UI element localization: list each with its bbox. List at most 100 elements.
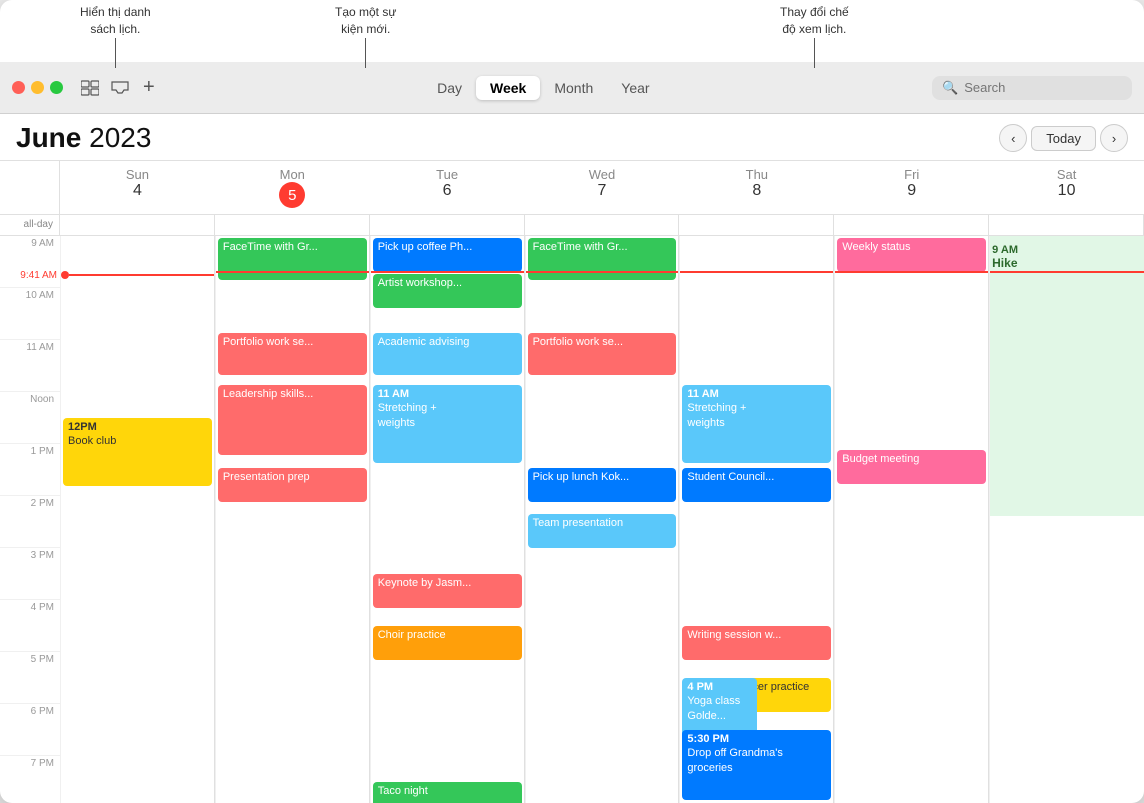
current-time-line: 9:41 AM	[61, 271, 214, 279]
event-facetime-mon[interactable]: FaceTime with Gr...	[218, 238, 367, 280]
tooltip3-text: Thay đổi chếđộ xem lịch.	[780, 4, 849, 38]
time-4pm: 4 PM	[0, 600, 60, 652]
time-3pm: 3 PM	[0, 548, 60, 600]
event-budget-meeting[interactable]: Budget meeting	[837, 450, 986, 484]
day-col-sat: 9 AM Hike	[989, 236, 1144, 803]
time-1pm: 1 PM	[0, 444, 60, 496]
event-weekly-status[interactable]: Weekly status	[837, 238, 986, 272]
event-grandmas-groceries[interactable]: 5:30 PMDrop off Grandma'sgroceries	[682, 730, 831, 800]
day-header-wed: Wed 7	[525, 161, 680, 214]
calendar-month: June	[16, 122, 81, 153]
calendar-year: 2023	[89, 122, 151, 153]
tooltip3: Thay đổi chếđộ xem lịch.	[780, 4, 849, 68]
event-writing-session[interactable]: Writing session w...	[682, 626, 831, 660]
calendar-window: Hiển thị danhsách lịch. Tạo một sựkiện m…	[0, 0, 1144, 803]
time-line-thu	[680, 271, 833, 273]
maximize-button[interactable]	[50, 81, 63, 94]
fri-wrapper: Weekly status Budget meeting	[835, 236, 988, 803]
wed-wrapper: FaceTime with Gr... Portfolio work se...…	[526, 236, 679, 803]
view-year-button[interactable]: Year	[607, 76, 663, 100]
allday-wed	[525, 215, 680, 235]
next-arrow[interactable]: ›	[1100, 124, 1128, 152]
time-rows: 9 AM 10 AM 11 AM Noon 1 PM 2 PM 3 PM 4 P…	[0, 236, 1144, 803]
toolbar-icons	[79, 77, 131, 99]
day-col-tue: Pick up coffee Ph... Artist workshop... …	[370, 236, 525, 803]
calendar-grid: Sun 4 Mon 5 Tue 6 Wed 7 Thu 8 Fri 9	[0, 161, 1144, 803]
day-col-sun: 12PMBook club 9:41 AM	[60, 236, 215, 803]
current-time-label: 9:41 AM	[1, 270, 57, 281]
allday-mon	[215, 215, 370, 235]
event-academic-advising[interactable]: Academic advising	[373, 333, 522, 375]
time-line-fri	[835, 271, 988, 273]
event-student-council[interactable]: Student Council...	[682, 468, 831, 502]
time-spacer	[0, 161, 60, 214]
prev-arrow[interactable]: ‹	[999, 124, 1027, 152]
calendar-body: 9 AM 10 AM 11 AM Noon 1 PM 2 PM 3 PM 4 P…	[0, 236, 1144, 803]
event-portfolio-wed[interactable]: Portfolio work se...	[528, 333, 677, 375]
time-line-sat-label: 9 AM	[992, 244, 1018, 256]
allday-tue	[370, 215, 525, 235]
event-presentation-prep[interactable]: Presentation prep	[218, 468, 367, 502]
calendar-title: June 2023	[16, 122, 151, 154]
event-stretching-tue[interactable]: 11 AMStretching +weights	[373, 385, 522, 463]
allday-sat	[989, 215, 1144, 235]
view-switcher: Day Week Month Year	[163, 76, 924, 100]
view-week-button[interactable]: Week	[476, 76, 540, 100]
sat-highlight	[990, 236, 1144, 516]
view-day-button[interactable]: Day	[423, 76, 476, 100]
event-facetime-wed[interactable]: FaceTime with Gr...	[528, 238, 677, 280]
day-header-sat: Sat 10	[989, 161, 1144, 214]
navigation-buttons: ‹ Today ›	[999, 124, 1128, 152]
tooltip2-text: Tạo một sựkiện mới.	[335, 4, 396, 38]
today-button[interactable]: Today	[1031, 126, 1096, 151]
event-team-presentation[interactable]: Team presentation	[528, 514, 677, 548]
event-choir-practice[interactable]: Choir practice	[373, 626, 522, 660]
day-header-fri: Fri 9	[834, 161, 989, 214]
current-time-bar	[69, 274, 214, 276]
tooltip1-text: Hiển thị danhsách lịch.	[80, 4, 151, 38]
event-taco-night[interactable]: Taco night	[373, 782, 522, 803]
sat-wrapper: 9 AM Hike	[990, 236, 1144, 803]
event-pickup-coffee[interactable]: Pick up coffee Ph...	[373, 238, 522, 272]
day-col-wed: FaceTime with Gr... Portfolio work se...…	[525, 236, 680, 803]
time-line-mon	[216, 271, 369, 273]
inbox-icon[interactable]	[109, 77, 131, 99]
time-noon: Noon	[0, 392, 60, 444]
allday-fri	[834, 215, 989, 235]
day-header-thu: Thu 8	[679, 161, 834, 214]
close-button[interactable]	[12, 81, 25, 94]
mon-wrapper: FaceTime with Gr... Portfolio work se...…	[216, 236, 369, 803]
day-header-tue: Tue 6	[370, 161, 525, 214]
titlebar: + Day Week Month Year 🔍	[0, 62, 1144, 114]
tooltip2: Tạo một sựkiện mới.	[335, 4, 396, 68]
add-event-button[interactable]: +	[143, 76, 155, 99]
search-icon: 🔍	[942, 80, 958, 96]
tue-wrapper: Pick up coffee Ph... Artist workshop... …	[371, 236, 524, 803]
calendar-list-icon[interactable]	[79, 77, 101, 99]
allday-label: all-day	[0, 215, 60, 235]
minimize-button[interactable]	[31, 81, 44, 94]
event-pickup-lunch[interactable]: Pick up lunch Kok...	[528, 468, 677, 502]
current-time-container: 9:41 AM	[61, 271, 214, 279]
search-box[interactable]: 🔍	[932, 76, 1132, 100]
time-line-sat	[990, 271, 1144, 273]
event-book-club[interactable]: 12PMBook club	[63, 418, 212, 486]
event-artist-workshop[interactable]: Artist workshop...	[373, 274, 522, 308]
time-11am: 11 AM	[0, 340, 60, 392]
event-hike[interactable]: Hike	[992, 256, 1142, 270]
event-stretching-thu[interactable]: 11 AMStretching +weights	[682, 385, 831, 463]
search-input[interactable]	[964, 80, 1122, 95]
current-time-dot	[61, 271, 69, 279]
event-leadership[interactable]: Leadership skills...	[218, 385, 367, 455]
time-line-wed	[526, 271, 679, 273]
event-portfolio-mon[interactable]: Portfolio work se...	[218, 333, 367, 375]
day-header-sun: Sun 4	[60, 161, 215, 214]
time-6pm: 6 PM	[0, 704, 60, 756]
view-month-button[interactable]: Month	[540, 76, 607, 100]
sun-wrapper: 12PMBook club 9:41 AM	[61, 236, 214, 803]
day-header-mon: Mon 5	[215, 161, 370, 214]
day-col-thu: 11 AMStretching +weights Student Council…	[679, 236, 834, 803]
time-2pm: 2 PM	[0, 496, 60, 548]
event-keynote[interactable]: Keynote by Jasm...	[373, 574, 522, 608]
day-headers: Sun 4 Mon 5 Tue 6 Wed 7 Thu 8 Fri 9	[0, 161, 1144, 215]
